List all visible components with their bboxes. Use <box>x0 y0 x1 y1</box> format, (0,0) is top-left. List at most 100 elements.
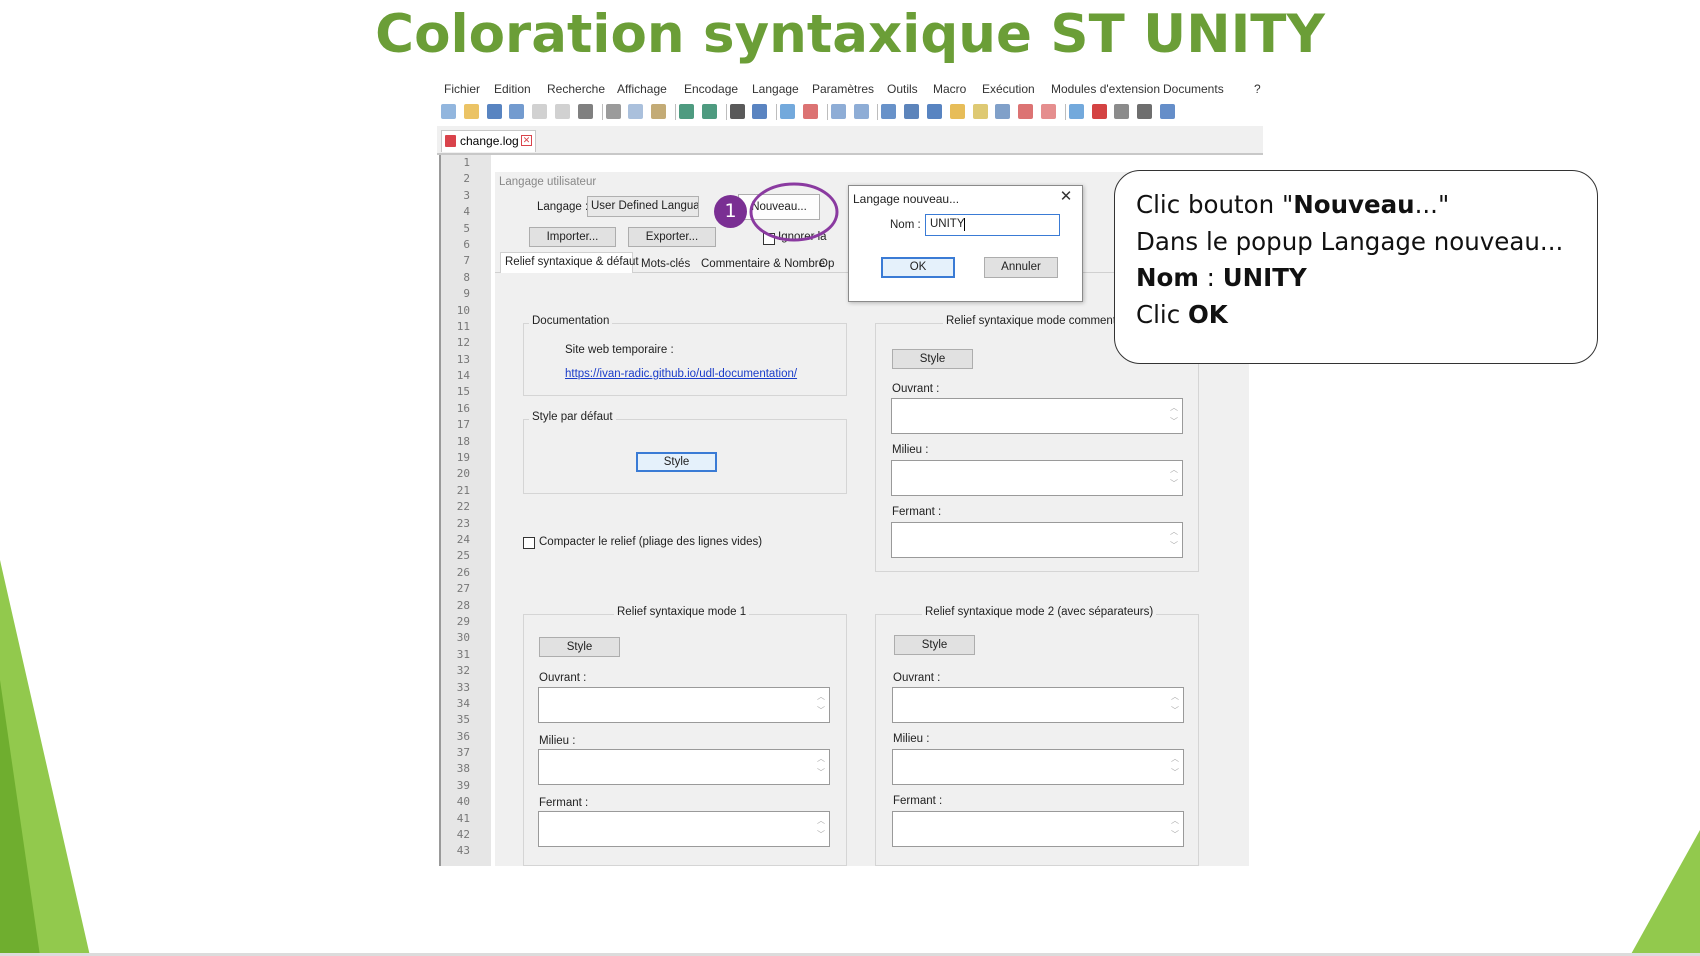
name-input[interactable]: UNITY <box>925 214 1060 236</box>
menu-edition[interactable]: Edition <box>494 82 531 96</box>
mode2-open-label: Ouvrant : <box>893 672 941 684</box>
comment-mode-title: Relief syntaxique mode commenta <box>943 315 1126 327</box>
line-number: 12 <box>456 336 470 350</box>
menu-recherche[interactable]: Recherche <box>547 82 605 96</box>
menu-execution[interactable]: Exécution <box>982 82 1035 96</box>
zoom-out-icon[interactable] <box>803 104 818 119</box>
mode1-close-label: Fermant : <box>539 797 589 809</box>
fold-compact-checkbox[interactable] <box>523 537 535 549</box>
menu-langage[interactable]: Langage <box>752 82 799 96</box>
menu-encodage[interactable]: Encodage <box>684 82 738 96</box>
folder-icon[interactable] <box>1018 104 1034 119</box>
language-select-value: User Defined Languag <box>591 200 699 212</box>
line-number: 9 <box>463 287 470 301</box>
line-number: 8 <box>463 270 470 284</box>
import-button[interactable]: Importer... <box>529 227 616 247</box>
green-triangle-left-decoration <box>0 560 90 956</box>
doc-map-icon[interactable] <box>972 104 988 119</box>
default-style-button[interactable]: Style <box>636 452 717 472</box>
cut-icon[interactable] <box>605 104 621 119</box>
line-number: 30 <box>456 631 470 645</box>
tab-relief-label: Relief syntaxique & défaut <box>505 256 639 268</box>
line-number: 24 <box>456 532 470 546</box>
toolbar-separator <box>877 104 879 120</box>
copy-icon[interactable] <box>628 104 644 119</box>
line-number: 32 <box>456 664 470 678</box>
mode1-close-field[interactable]: ︿ ﹀ <box>538 811 830 847</box>
wrap-icon[interactable] <box>881 104 897 119</box>
toolbar-separator <box>725 104 727 120</box>
sync-h-icon[interactable] <box>853 104 869 119</box>
line-number: 19 <box>456 451 470 465</box>
toolbar-separator <box>776 104 778 120</box>
mode2-close-field[interactable]: ︿ ﹀ <box>892 811 1184 847</box>
mode1-style-button[interactable]: Style <box>539 637 620 657</box>
dialog-close-icon[interactable]: ✕ <box>1057 188 1075 206</box>
tab-relief-syntaxique[interactable]: Relief syntaxique & défaut <box>500 252 639 273</box>
cancel-button[interactable]: Annuler <box>984 257 1058 278</box>
file-unsaved-icon <box>445 135 456 147</box>
line-number: 14 <box>456 369 470 383</box>
line-number: 22 <box>456 500 470 514</box>
line-number: 38 <box>456 762 470 776</box>
print-icon[interactable] <box>577 104 593 119</box>
save-all-icon[interactable] <box>509 104 525 119</box>
tab-mots-cles[interactable]: Mots-clés <box>641 258 690 270</box>
sync-v-icon[interactable] <box>830 104 846 119</box>
save-macro-icon[interactable] <box>1160 104 1175 119</box>
export-button[interactable]: Exporter... <box>628 227 716 247</box>
close-all-icon[interactable] <box>555 104 570 119</box>
mode2-open-field[interactable]: ︿ ﹀ <box>892 687 1184 723</box>
stop-macro-icon[interactable] <box>1091 104 1107 119</box>
comment-open-field[interactable]: ︿ ﹀ <box>891 398 1183 434</box>
replace-icon[interactable] <box>752 104 768 119</box>
menu-parametres[interactable]: Paramètres <box>812 82 874 96</box>
green-triangle-right-decoration <box>1630 830 1700 956</box>
undo-icon[interactable] <box>679 104 694 119</box>
mode1-open-field[interactable]: ︿ ﹀ <box>538 687 830 723</box>
save-icon[interactable] <box>486 104 502 119</box>
line-number: 21 <box>456 483 470 497</box>
mode1-middle-field[interactable]: ︿ ﹀ <box>538 749 830 785</box>
find-icon[interactable] <box>729 104 745 119</box>
comment-middle-field[interactable]: ︿ ﹀ <box>891 460 1183 496</box>
new-language-dialog: Langage nouveau... ✕ Nom : UNITY OK Annu… <box>848 185 1083 302</box>
comment-close-field[interactable]: ︿ ﹀ <box>891 522 1183 558</box>
documentation-link[interactable]: https://ivan-radic.github.io/udl-documen… <box>565 368 797 380</box>
mode2-style-button[interactable]: Style <box>894 635 975 655</box>
redo-icon[interactable] <box>701 104 717 119</box>
monitor-icon[interactable] <box>1041 104 1056 119</box>
document-tab-bar: change.log ✕ <box>437 126 1263 155</box>
language-select[interactable]: User Defined Languag <box>587 196 699 217</box>
menu-affichage[interactable]: Affichage <box>617 82 667 96</box>
all-chars-icon[interactable] <box>904 104 920 119</box>
menu-modules[interactable]: Modules d'extension <box>1051 82 1160 96</box>
record-macro-icon[interactable] <box>1068 104 1084 119</box>
func-list-icon[interactable] <box>995 104 1011 119</box>
tab-change-log[interactable]: change.log ✕ <box>441 130 536 152</box>
menu-fichier[interactable]: Fichier <box>444 82 480 96</box>
menu-macro[interactable]: Macro <box>933 82 966 96</box>
ok-button[interactable]: OK <box>881 257 955 278</box>
menu-help[interactable]: ? <box>1254 82 1261 96</box>
paste-icon[interactable] <box>651 104 667 119</box>
play-macro-icon[interactable] <box>1114 104 1130 119</box>
mode2-middle-field[interactable]: ︿ ﹀ <box>892 749 1184 785</box>
menu-outils[interactable]: Outils <box>887 82 918 96</box>
udl-icon[interactable] <box>949 104 965 119</box>
tab-commentaire-nombre[interactable]: Commentaire & Nombre <box>701 258 825 270</box>
new-file-icon[interactable] <box>441 104 456 119</box>
comment-close-label: Fermant : <box>892 506 942 518</box>
menu-documents[interactable]: Documents <box>1163 82 1224 96</box>
fold-compact-label: Compacter le relief (pliage des lignes v… <box>539 536 763 548</box>
comment-style-button[interactable]: Style <box>892 349 973 369</box>
open-icon[interactable] <box>463 104 479 119</box>
line-number: 26 <box>456 565 470 579</box>
line-number: 37 <box>456 746 470 760</box>
tab-operateurs[interactable]: Op <box>819 258 834 270</box>
close-icon[interactable] <box>532 104 548 119</box>
indent-guide-icon[interactable] <box>927 104 942 119</box>
tab-close-icon[interactable]: ✕ <box>521 135 532 146</box>
zoom-in-icon[interactable] <box>780 104 796 119</box>
run-macro-icon[interactable] <box>1137 104 1153 119</box>
